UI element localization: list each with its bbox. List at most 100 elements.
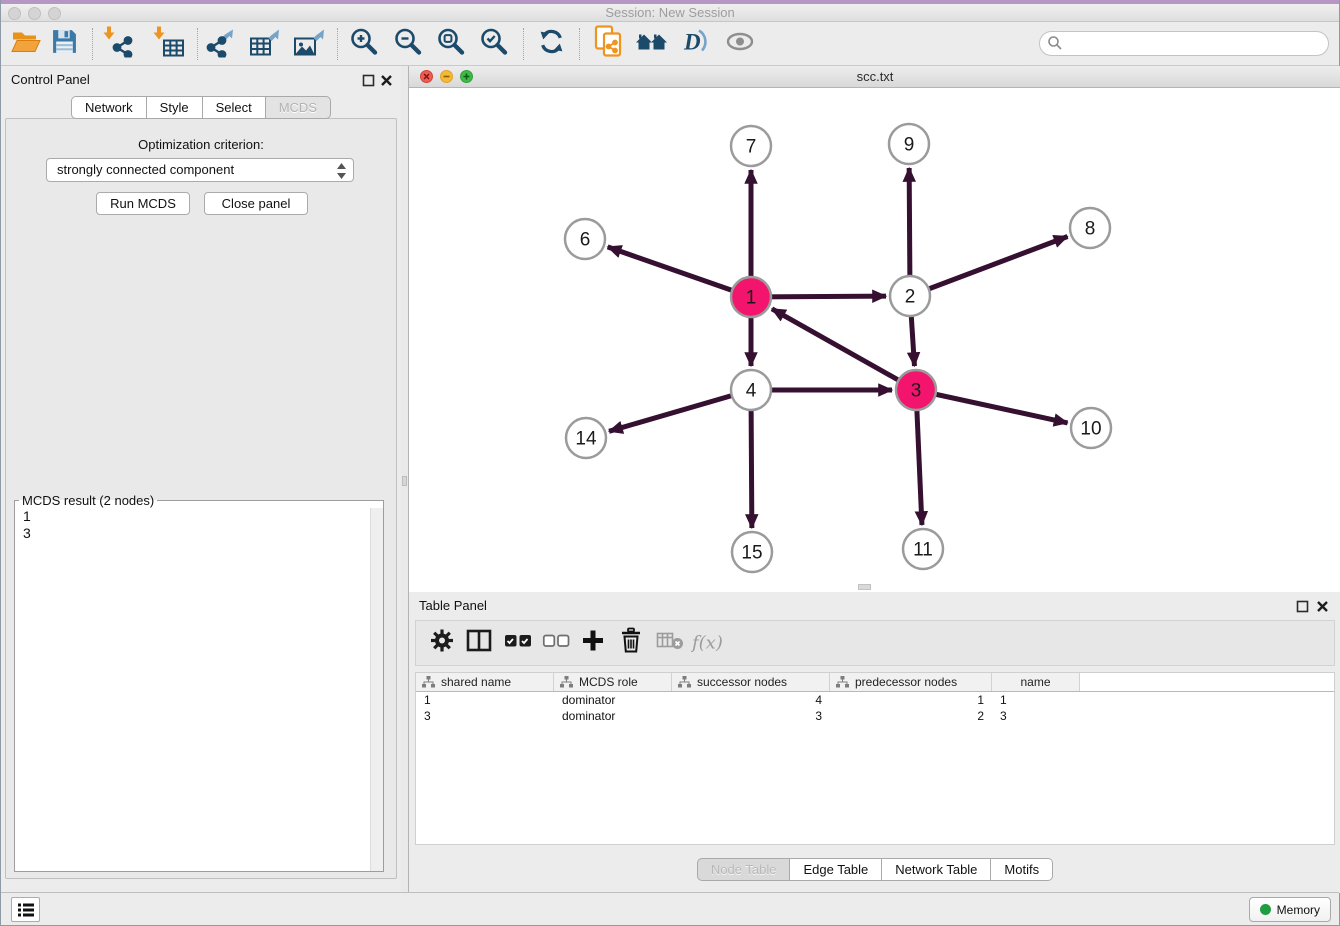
node-11[interactable]: 11: [903, 529, 943, 569]
column-type-icon: [560, 676, 573, 688]
result-scrollbar[interactable]: [370, 508, 383, 871]
table-cell[interactable]: 1: [992, 692, 1080, 708]
table-cell[interactable]: 3: [416, 708, 554, 724]
tab-node-table[interactable]: Node Table: [697, 858, 791, 881]
table-cell[interactable]: 1: [416, 692, 554, 708]
tab-select[interactable]: Select: [203, 96, 266, 119]
application-window: Session: New Session: [0, 0, 1340, 926]
divider-grip[interactable]: [402, 476, 407, 486]
import-table-icon[interactable]: [153, 25, 185, 62]
node-9[interactable]: 9: [889, 124, 929, 164]
node-3[interactable]: 3: [896, 370, 936, 410]
close-panel-button[interactable]: Close panel: [204, 192, 308, 215]
deselect-all-checks-icon[interactable]: [542, 633, 570, 654]
show-all-networks-icon[interactable]: [635, 27, 669, 60]
delete-table-icon[interactable]: [656, 630, 684, 657]
network-graph[interactable]: 1 2 3 4 6 7 8 9 10 11 14 15: [409, 88, 1340, 592]
control-panel-title: Control Panel: [11, 72, 90, 87]
settings-gear-icon[interactable]: [430, 629, 454, 658]
table-cell[interactable]: 4: [672, 692, 830, 708]
table-cell[interactable]: 2: [830, 708, 992, 724]
tab-mcds[interactable]: MCDS: [266, 96, 331, 119]
column-header-successor-nodes[interactable]: successor nodes: [672, 673, 830, 691]
panel-divider[interactable]: [401, 66, 409, 893]
export-network-icon[interactable]: [205, 25, 237, 62]
float-table-panel-icon[interactable]: [1296, 600, 1309, 613]
node-10[interactable]: 10: [1071, 408, 1111, 448]
toolbar-separator: [579, 28, 580, 60]
select-all-checks-icon[interactable]: [504, 633, 532, 654]
column-header-MCDS-role[interactable]: MCDS role: [554, 673, 672, 691]
split-columns-icon[interactable]: [466, 629, 492, 658]
cyndex-icon[interactable]: D: [680, 26, 710, 61]
delete-column-icon[interactable]: [619, 628, 643, 659]
dropdown-stepper-icon: [336, 162, 347, 187]
add-column-icon[interactable]: [581, 629, 605, 658]
tab-motifs[interactable]: Motifs: [991, 858, 1053, 881]
zoom-fit-icon[interactable]: [436, 26, 466, 61]
node-6[interactable]: 6: [565, 219, 605, 259]
column-type-icon: [422, 676, 435, 688]
column-header-shared-name[interactable]: shared name: [416, 673, 554, 691]
toolbar-separator: [197, 28, 198, 60]
zoom-out-icon[interactable]: [393, 26, 423, 61]
close-panel-icon[interactable]: [380, 74, 393, 87]
node-table[interactable]: shared nameMCDS rolesuccessor nodesprede…: [415, 672, 1335, 845]
window-titlebar: Session: New Session: [1, 4, 1339, 22]
memory-button[interactable]: Memory: [1249, 897, 1331, 922]
network-window-titlebar: scc.txt: [409, 66, 1340, 88]
table-row[interactable]: 1dominator411: [416, 692, 1334, 708]
optimization-criterion-select[interactable]: strongly connected component: [46, 158, 354, 182]
save-session-icon[interactable]: [51, 28, 78, 60]
tab-edge-table[interactable]: Edge Table: [790, 858, 882, 881]
node-2[interactable]: 2: [890, 276, 930, 316]
run-mcds-button[interactable]: Run MCDS: [96, 192, 190, 215]
network-canvas[interactable]: 1 2 3 4 6 7 8 9 10 11 14 15: [409, 88, 1340, 592]
column-type-icon: [836, 676, 849, 688]
edge-3-10[interactable]: [916, 390, 1068, 423]
zoom-selected-icon[interactable]: [479, 26, 509, 61]
column-header-predecessor-nodes[interactable]: predecessor nodes: [830, 673, 992, 691]
hide-panel-eye-icon[interactable]: [725, 28, 755, 59]
close-table-panel-icon[interactable]: [1316, 600, 1329, 613]
table-cell[interactable]: dominator: [554, 692, 672, 708]
import-network-icon[interactable]: [103, 25, 135, 62]
task-history-button[interactable]: [11, 897, 40, 922]
table-cell[interactable]: dominator: [554, 708, 672, 724]
node-1[interactable]: 1: [731, 277, 771, 317]
toolbar-separator: [92, 28, 93, 60]
open-session-icon[interactable]: [11, 27, 41, 60]
table-cell[interactable]: 1: [830, 692, 992, 708]
search-icon: [1047, 35, 1063, 56]
node-label: 3: [911, 381, 922, 402]
edge-3-1[interactable]: [772, 309, 916, 390]
node-8[interactable]: 8: [1070, 208, 1110, 248]
tab-style[interactable]: Style: [147, 96, 203, 119]
table-cell[interactable]: 3: [672, 708, 830, 724]
refresh-view-icon[interactable]: [537, 27, 566, 61]
table-row[interactable]: 3dominator323: [416, 708, 1334, 724]
export-table-icon[interactable]: [249, 25, 283, 62]
edge-1-6[interactable]: [608, 247, 751, 297]
export-image-icon[interactable]: [293, 25, 327, 62]
edge-2-8[interactable]: [910, 236, 1068, 296]
function-builder-icon[interactable]: f(x): [692, 633, 723, 654]
search-box: [1039, 31, 1329, 56]
optimization-criterion-label: Optimization criterion:: [6, 137, 396, 152]
svg-text:D: D: [683, 29, 701, 54]
node-7[interactable]: 7: [731, 126, 771, 166]
node-14[interactable]: 14: [566, 418, 606, 458]
clone-network-icon[interactable]: [593, 24, 625, 63]
edge-4-14[interactable]: [609, 390, 751, 431]
table-toolbar: f(x): [415, 620, 1335, 666]
node-4[interactable]: 4: [731, 370, 771, 410]
table-cell[interactable]: 3: [992, 708, 1080, 724]
search-input[interactable]: [1039, 31, 1329, 56]
tab-network[interactable]: Network: [71, 96, 147, 119]
column-header-name[interactable]: name: [992, 673, 1080, 691]
network-table-divider-grip[interactable]: [858, 584, 871, 590]
tab-network-table[interactable]: Network Table: [882, 858, 991, 881]
node-15[interactable]: 15: [732, 532, 772, 572]
float-panel-icon[interactable]: [362, 74, 375, 87]
zoom-in-icon[interactable]: [349, 26, 379, 61]
